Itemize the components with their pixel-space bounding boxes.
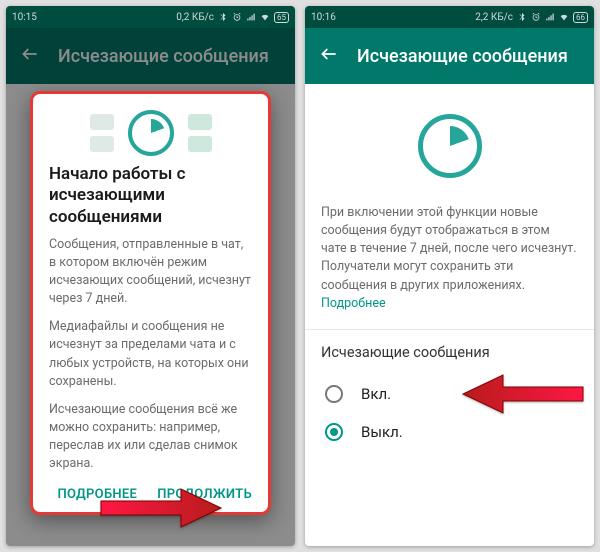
bluetooth-icon <box>517 12 527 22</box>
radio-icon <box>325 385 343 403</box>
status-battery: 66 <box>573 12 588 23</box>
bluetooth-icon <box>218 12 228 22</box>
status-bar: 10:15 0,2 КБ/с 65 <box>6 6 295 28</box>
status-indicators: 2,2 КБ/с 66 <box>475 12 588 23</box>
status-indicators: 0,2 КБ/с 65 <box>176 12 289 23</box>
radio-label: Вкл. <box>361 385 391 403</box>
learn-more-link[interactable]: Подробнее <box>321 296 386 311</box>
status-time: 10:16 <box>311 12 336 23</box>
timer-icon <box>418 114 482 178</box>
wifi-icon <box>559 12 569 22</box>
app-bar: Исчезающие сообщения <box>305 28 594 84</box>
option-on[interactable]: Вкл. <box>321 375 578 413</box>
signal-icon <box>246 12 256 22</box>
bubble-icon <box>188 114 212 130</box>
section-title: Исчезающие сообщения <box>321 344 578 361</box>
settings-body: При включении этой функции новые сообщен… <box>305 84 594 546</box>
bubble-icon <box>90 136 114 152</box>
status-net: 2,2 КБ/с <box>475 12 513 23</box>
status-time: 10:15 <box>12 12 37 23</box>
bubble-icon <box>90 114 114 130</box>
bubble-icon <box>188 136 212 152</box>
dialog-para-3: Исчезающие сообщения всё же можно сохран… <box>49 401 252 474</box>
radio-icon <box>325 423 343 441</box>
status-bar: 10:16 2,2 КБ/с 66 <box>305 6 594 28</box>
dialog-actions: ПОДРОБНЕЕ ПРОДОЛЖИТЬ <box>49 483 252 508</box>
dialog-title: Начало работы с исчезающими сообщениями <box>49 164 252 228</box>
timer-icon <box>128 110 174 156</box>
option-off[interactable]: Выкл. <box>321 413 578 451</box>
status-net: 0,2 КБ/с <box>176 12 214 23</box>
feature-description: При включении этой функции новые сообщен… <box>321 204 578 313</box>
status-battery: 65 <box>274 12 289 23</box>
signal-icon <box>545 12 555 22</box>
learn-more-button[interactable]: ПОДРОБНЕЕ <box>57 487 137 502</box>
phone-right: 10:16 2,2 КБ/с 66 Исчезающие сообщения П… <box>305 6 594 546</box>
alarm-icon <box>531 12 541 22</box>
feature-desc-text: При включении этой функции новые сообщен… <box>321 205 577 293</box>
divider <box>305 329 594 330</box>
dialog-illustration <box>49 110 252 156</box>
wifi-icon <box>260 12 270 22</box>
appbar-title: Исчезающие сообщения <box>357 46 568 67</box>
hero-illustration <box>321 114 578 178</box>
intro-dialog: Начало работы с исчезающими сообщениями … <box>30 91 271 515</box>
dialog-para-2: Медиафайлы и сообщения не исчезнут за пр… <box>49 318 252 391</box>
alarm-icon <box>232 12 242 22</box>
phone-left: 10:15 0,2 КБ/с 65 Исчезающие сообщения Н… <box>6 6 295 546</box>
back-button[interactable] <box>319 44 339 69</box>
radio-label: Выкл. <box>361 423 403 441</box>
arrow-left-icon <box>319 44 339 64</box>
continue-button[interactable]: ПРОДОЛЖИТЬ <box>157 487 252 502</box>
dialog-para-1: Сообщения, отправленные в чат, в котором… <box>49 236 252 309</box>
